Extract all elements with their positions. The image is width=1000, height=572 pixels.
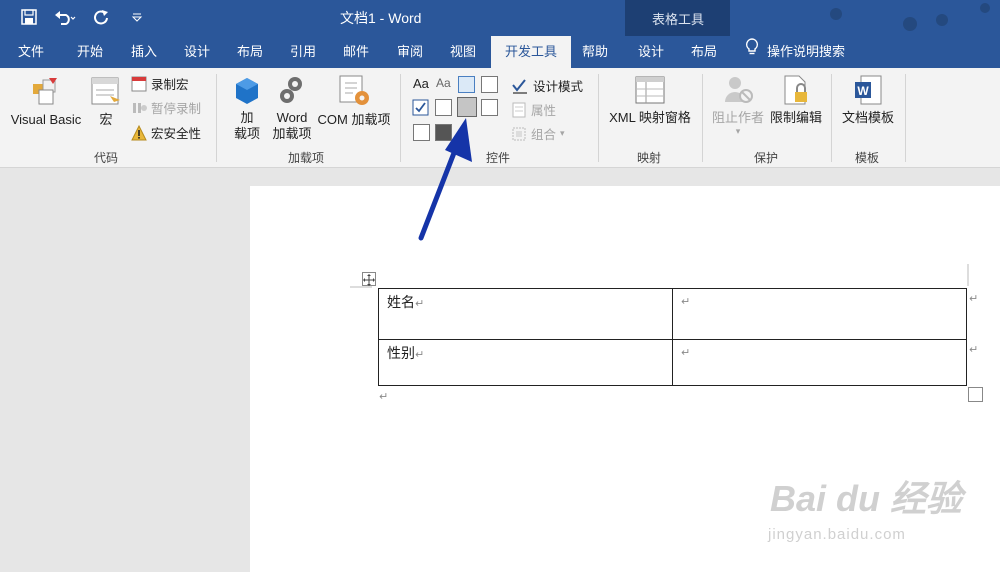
code-group-label: 代码 (94, 151, 119, 165)
visual-basic-icon (33, 78, 57, 105)
save-icon[interactable] (18, 6, 40, 28)
document-table[interactable]: 姓名↵ ↵ 性别↵ ↵ (378, 288, 967, 386)
plain-text-icon: Aa (436, 76, 451, 90)
addins-group-label: 加载项 (288, 151, 325, 165)
properties-button[interactable]: 属性 (511, 100, 556, 119)
tab-design[interactable]: 设计 (184, 36, 210, 68)
customize-icon[interactable] (126, 6, 148, 28)
tab-developer[interactable]: 开发工具 (491, 36, 572, 68)
window-title: 文档1 - Word (340, 10, 422, 26)
block-authors-button[interactable]: 阻止作者 ▾ (710, 74, 766, 136)
addins-cube-icon (236, 78, 258, 104)
quick-access-toolbar (18, 6, 148, 28)
mapping-group-label: 映射 (637, 151, 662, 165)
building-block-control-icon[interactable] (481, 76, 498, 93)
group-separator (400, 74, 401, 162)
group-separator (702, 74, 703, 162)
restrict-editing-icon (784, 75, 807, 105)
group-icon (512, 127, 526, 140)
macros-button[interactable]: 宏 (88, 74, 124, 128)
warning-icon (131, 124, 147, 140)
macro-security-button[interactable]: 宏安全性 (131, 123, 201, 142)
table-cell[interactable]: 姓名↵ (387, 292, 424, 312)
tab-insert[interactable]: 插入 (131, 36, 157, 68)
record-macro-button[interactable]: 录制宏 (131, 74, 189, 93)
pause-icon (133, 102, 147, 113)
com-addins-button[interactable]: COM 加载项 (314, 74, 394, 128)
group-separator (216, 74, 217, 162)
group-separator (598, 74, 599, 162)
dropdown-arrow-icon: ▾ (735, 126, 741, 136)
date-picker-control-icon[interactable] (481, 99, 498, 116)
design-mode-button[interactable]: 设计模式 (511, 76, 583, 95)
group-button[interactable]: 组合 ▾ (511, 124, 565, 143)
ribbon: Visual Basic 宏 录制宏 暂停录制 宏安全性 代码 加 载项 Wor… (0, 68, 1000, 168)
svg-text:W: W (857, 84, 869, 98)
table-cell[interactable]: ↵ (681, 292, 690, 308)
table-resize-handle[interactable] (968, 387, 983, 402)
table-tools-label: 表格工具 (652, 12, 705, 27)
tab-home[interactable]: 开始 (77, 36, 103, 68)
group-separator (905, 74, 906, 162)
table-cell[interactable]: ↵ (681, 343, 690, 359)
word-document-icon: W (855, 75, 882, 105)
controls-group-label: 控件 (486, 151, 511, 165)
record-macro-icon (131, 76, 147, 91)
document-template-button[interactable]: W 文档模板 (838, 74, 898, 126)
tab-help[interactable]: 帮助 (582, 36, 608, 68)
tab-layout[interactable]: 布局 (237, 36, 263, 68)
ribbon-tab-bar: 文件 开始 插入 设计 布局 引用 邮件 审阅 视图 开发工具 帮助 设计 布局… (0, 36, 1000, 68)
tab-review[interactable]: 审阅 (397, 36, 423, 68)
plain-text-control[interactable]: Aa (436, 76, 451, 90)
lightbulb-icon (745, 36, 759, 68)
macros-icon (91, 77, 120, 105)
paragraph-mark: ↵ (379, 391, 389, 403)
rich-text-control[interactable]: Aa (413, 76, 429, 91)
tell-me-search[interactable]: 操作说明搜索 (745, 36, 845, 68)
tab-view[interactable]: 视图 (450, 36, 476, 68)
title-decoration-icon (830, 3, 990, 31)
addins-button[interactable]: 加 载项 (230, 76, 264, 142)
word-addins-button[interactable]: Word 加载项 (271, 74, 313, 142)
tab-mailings[interactable]: 邮件 (343, 36, 369, 68)
table-column-divider (672, 289, 673, 385)
restrict-editing-button[interactable]: 限制编辑 (768, 74, 824, 126)
com-addins-icon (339, 75, 369, 105)
end-of-row-mark: ↵ (969, 293, 979, 305)
baidu-watermark-url: jingyan.baidu.com (768, 526, 906, 543)
group-separator (831, 74, 832, 162)
end-of-row-mark: ↵ (969, 344, 979, 356)
margin-marks (350, 264, 969, 288)
protect-group-label: 保护 (754, 151, 779, 165)
annotation-arrow-icon (418, 118, 472, 241)
block-authors-icon (725, 77, 753, 103)
design-mode-icon (512, 78, 527, 94)
table-move-handle-icon[interactable] (362, 272, 376, 286)
tab-table-layout[interactable]: 布局 (691, 36, 717, 68)
visual-basic-button[interactable]: Visual Basic (10, 74, 82, 128)
templates-group-label: 模板 (855, 151, 880, 165)
dropdown-arrow-icon: ▾ (560, 128, 565, 138)
picture-control-icon[interactable] (458, 76, 475, 93)
tab-table-design[interactable]: 设计 (638, 36, 664, 68)
gears-icon (280, 77, 302, 103)
undo-icon[interactable] (54, 6, 76, 28)
rich-text-icon: Aa (413, 76, 429, 91)
search-label: 操作说明搜索 (767, 44, 846, 59)
tab-file[interactable]: 文件 (18, 36, 44, 68)
xml-mapping-icon (635, 76, 665, 104)
table-cell[interactable]: 性别↵ (387, 343, 424, 363)
redo-icon[interactable] (90, 6, 112, 28)
tab-references[interactable]: 引用 (290, 36, 316, 68)
properties-icon (512, 102, 526, 117)
baidu-watermark: Bai du 经验 (770, 478, 963, 519)
xml-mapping-pane-button[interactable]: XML 映射窗格 (606, 74, 694, 126)
pause-recording-button[interactable]: 暂停录制 (131, 98, 201, 117)
